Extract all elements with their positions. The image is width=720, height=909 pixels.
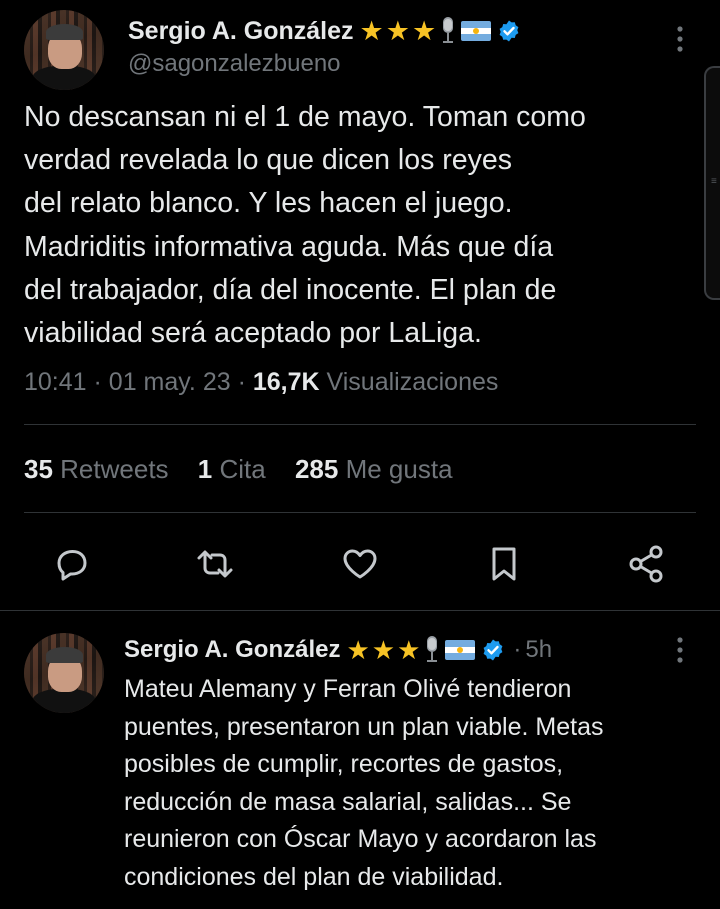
likes-label: Me gusta: [345, 454, 453, 484]
star-icon: ★: [359, 15, 384, 46]
divider: [24, 512, 696, 513]
tweet-text-line: viabilidad será aceptado por LaLiga.: [24, 317, 482, 350]
tweet-date[interactable]: 01 may. 23: [109, 368, 231, 396]
reply-tweet[interactable]: Sergio A. González ★ ★ ★ · 5h Mateu Alem…: [0, 611, 720, 909]
retweets-label: Retweets: [60, 454, 169, 484]
more-options-icon[interactable]: [672, 635, 688, 665]
tweet-text-line: reducción de masa salarial, salidas... S…: [124, 787, 572, 816]
verified-badge-icon: [481, 638, 505, 662]
avatar[interactable]: [24, 10, 104, 90]
more-options-icon[interactable]: [672, 24, 688, 54]
reply-time-ago[interactable]: 5h: [525, 636, 552, 664]
separator-dot: ·: [237, 368, 246, 396]
tweet-text-line: No descansan ni el 1 de mayo. Toman como: [24, 101, 586, 133]
views-label: Visualizaciones: [326, 368, 499, 396]
likes-stat[interactable]: 285 Me gusta: [295, 454, 453, 484]
author-display-name[interactable]: Sergio A. González: [128, 17, 354, 46]
tweet-text-line: reunieron con Óscar Mayo y acordaron las: [124, 825, 597, 853]
star-icon: ★: [385, 15, 410, 46]
tweet-text-line: del relato blanco. Y les hacen el juego.: [24, 187, 513, 220]
author-name-row[interactable]: Sergio A. González ★ ★ ★: [128, 14, 521, 48]
retweets-count: 35: [24, 454, 53, 484]
views-count: 16,7K: [252, 368, 320, 396]
scrollbar-handle[interactable]: ≡: [704, 66, 720, 300]
author-name-row[interactable]: Sergio A. González ★ ★ ★ · 5h: [124, 633, 552, 667]
tweet-text-line: condiciones del plan de viabilidad.: [124, 862, 504, 891]
share-icon[interactable]: [625, 542, 669, 586]
author-display-name[interactable]: Sergio A. González: [124, 636, 340, 664]
avatar[interactable]: [24, 633, 104, 713]
tweet-text: No descansan ni el 1 de mayo. Toman como…: [24, 96, 586, 355]
like-icon[interactable]: [338, 542, 382, 586]
argentina-flag-icon: [445, 640, 476, 660]
tweet-text-line: Mateu Alemany y Ferran Olivé tendieron: [124, 675, 572, 703]
tweet-time[interactable]: 10:41: [24, 368, 87, 396]
microphone-icon: [423, 635, 441, 665]
star-icon: ★: [411, 15, 437, 46]
bookmark-icon[interactable]: [482, 542, 526, 586]
tweet-text-line: del trabajador, día del inocente. El pla…: [24, 273, 557, 306]
retweets-stat[interactable]: 35 Retweets: [24, 454, 169, 484]
quotes-count: 1: [197, 454, 213, 484]
separator-dot: ·: [93, 368, 102, 396]
microphone-icon: [439, 16, 457, 46]
star-icon: ★: [346, 634, 370, 665]
action-bar: [0, 530, 720, 596]
tweet-text-line: posibles de cumplir, recortes de gastos,: [124, 750, 564, 778]
tweet-text-line: Madriditis informativa aguda. Más que dí…: [24, 230, 554, 263]
quotes-label: Cita: [219, 454, 266, 484]
verified-badge-icon: [497, 19, 521, 43]
separator-dot: ·: [513, 636, 522, 663]
reply-icon[interactable]: [50, 542, 94, 586]
star-icon: ★: [371, 634, 396, 665]
tweet-text: Mateu Alemany y Ferran Olivé tendieron p…: [124, 671, 603, 896]
retweet-icon[interactable]: [193, 542, 237, 586]
divider: [24, 424, 696, 425]
main-tweet: Sergio A. González ★ ★ ★ @sagonzalezbuen…: [0, 0, 720, 610]
star-icon: ★: [397, 634, 421, 665]
tweet-text-line: verdad revelada lo que dicen los reyes: [24, 144, 512, 177]
tweet-meta: 10:41 · 01 may. 23 · 16,7K Visualizacion…: [24, 368, 498, 397]
tweet-text-line: puentes, presentaron un plan viable. Met…: [124, 712, 604, 741]
quotes-stat[interactable]: 1 Cita: [198, 454, 266, 484]
argentina-flag-icon: [461, 21, 492, 41]
likes-count: 285: [294, 454, 339, 484]
engagement-stats: 35 Retweets 1 Cita 285 Me gusta: [24, 454, 475, 485]
author-handle[interactable]: @sagonzalezbueno: [128, 50, 341, 78]
